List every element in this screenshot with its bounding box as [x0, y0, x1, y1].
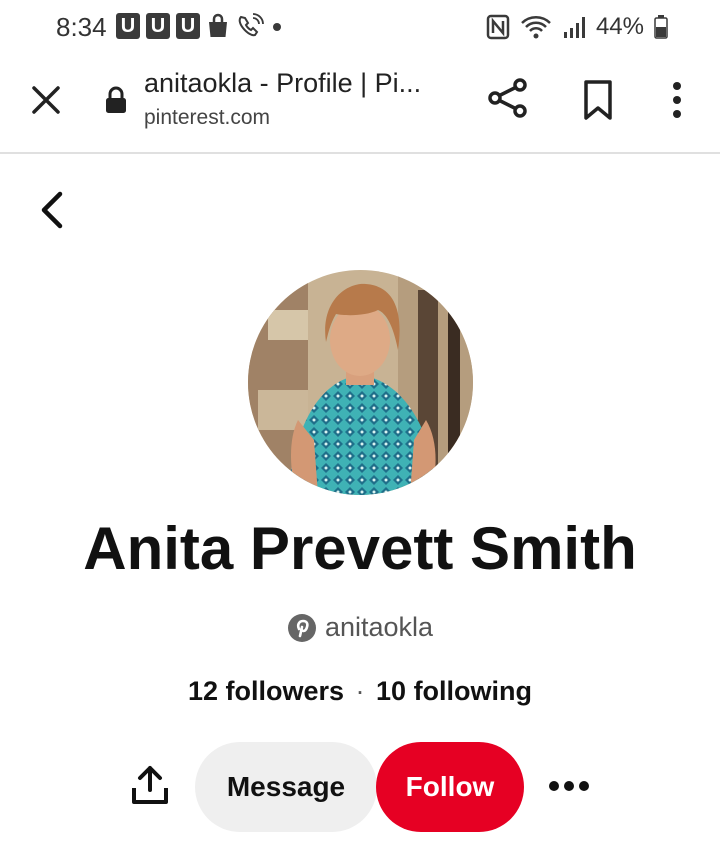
- message-button[interactable]: Message: [195, 742, 377, 832]
- page-domain[interactable]: pinterest.com: [144, 106, 270, 130]
- avatar[interactable]: [248, 270, 473, 495]
- close-icon[interactable]: [28, 82, 64, 118]
- u-badge-icon: U: [176, 13, 200, 39]
- u-badge-icon: U: [146, 13, 170, 39]
- page-title[interactable]: anitaokla - Profile | Pi...: [144, 68, 421, 99]
- more-horiz-icon[interactable]: [548, 776, 590, 796]
- back-chevron-icon[interactable]: [32, 188, 72, 232]
- share-icon[interactable]: [486, 76, 530, 120]
- battery-icon: [654, 15, 668, 39]
- u-badge-icon: U: [116, 13, 140, 39]
- profile-photo: [248, 270, 473, 495]
- wifi-call-icon: [238, 13, 264, 37]
- battery-percent: 44%: [595, 13, 644, 40]
- profile-handle: anitaokla: [324, 612, 434, 642]
- nfc-icon: [486, 14, 510, 40]
- more-vert-icon[interactable]: [662, 78, 692, 122]
- pinterest-logo-icon: [287, 613, 316, 642]
- status-bar: 8:34 U U U 44%: [0, 0, 720, 56]
- followers-count[interactable]: 12 followers: [188, 676, 344, 706]
- stats-separator: ·: [355, 676, 365, 706]
- signal-icon: [563, 17, 585, 38]
- follow-stats: 12 followers · 10 following: [0, 676, 720, 707]
- follow-button[interactable]: Follow: [376, 742, 524, 832]
- profile-name: Anita Prevett Smith: [83, 515, 637, 582]
- status-time: 8:34: [56, 12, 107, 42]
- wifi-icon: [521, 16, 551, 39]
- status-system-icons: 44%: [486, 13, 668, 41]
- dot-icon: [273, 23, 281, 31]
- status-notification-icons: U U U: [116, 13, 284, 39]
- lock-icon: [106, 86, 126, 113]
- profile-handle-row: anitaokla: [0, 612, 720, 643]
- bookmark-icon[interactable]: [578, 78, 618, 122]
- following-count[interactable]: 10 following: [376, 676, 532, 706]
- shopping-bag-icon: [209, 13, 227, 37]
- browser-toolbar: anitaokla - Profile | Pi... pinterest.co…: [0, 56, 720, 154]
- upload-share-icon[interactable]: [130, 764, 170, 808]
